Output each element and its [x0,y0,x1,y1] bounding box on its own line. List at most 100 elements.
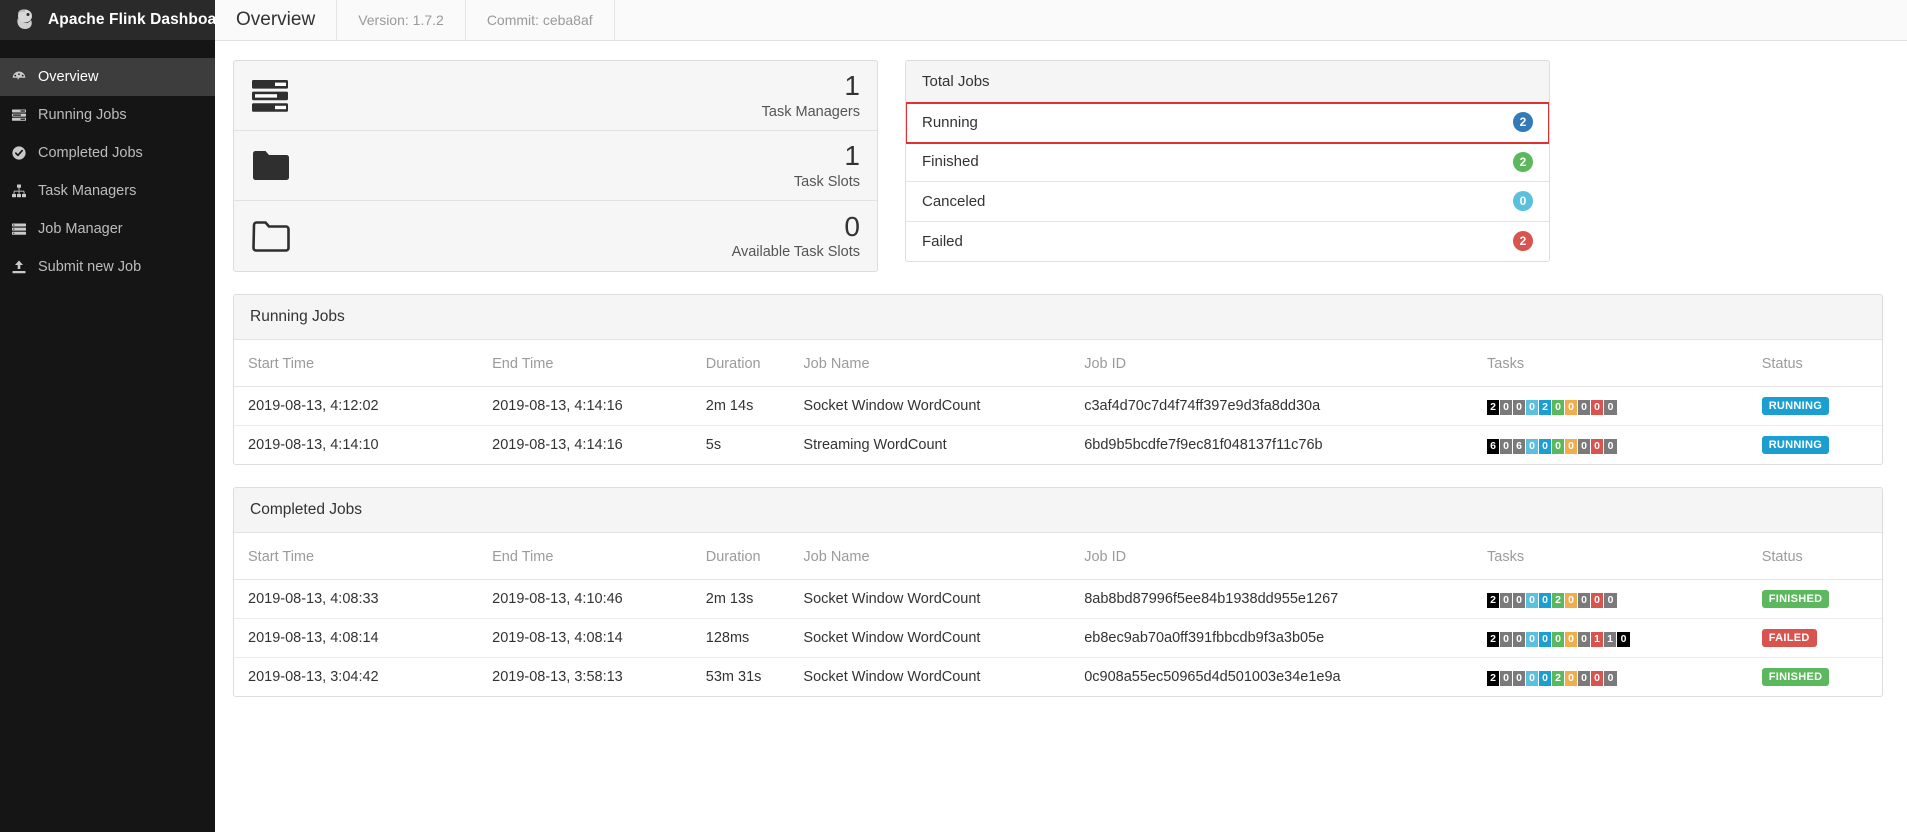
completed-jobs-table: Start Time End Time Duration Job Name Jo… [234,533,1882,696]
table-row[interactable]: 2019-08-13, 4:12:02 2019-08-13, 4:14:16 … [234,386,1882,426]
server-list-icon [11,107,27,123]
task-status-chip: 0 [1604,592,1618,608]
total-jobs-row-label: Failed [922,232,963,250]
task-status-chip: 0 [1513,399,1527,415]
task-status-chip: 1 [1591,631,1605,647]
task-status-chip: 2 [1487,670,1501,686]
task-status-chip: 0 [1604,438,1618,454]
cell-status: FINISHED [1748,658,1882,697]
task-status-chip: 0 [1578,399,1592,415]
cell-job-name: Socket Window WordCount [789,618,1071,658]
task-status-chip: 0 [1526,631,1540,647]
completed-jobs-panel: Completed Jobs Start Time End Time Durat… [233,487,1883,697]
task-status-strip: 2000020000 [1487,670,1618,686]
cell-status: RUNNING [1748,426,1882,465]
completed-jobs-body: 2019-08-13, 4:08:33 2019-08-13, 4:10:46 … [234,579,1882,697]
running-jobs-table: Start Time End Time Duration Job Name Jo… [234,340,1882,464]
task-status-chip: 0 [1513,631,1527,647]
cell-duration: 2m 13s [691,579,790,619]
job-status-badge: FAILED [1761,629,1817,647]
sidebar-item-overview[interactable]: Overview [0,58,215,96]
running-jobs-body: 2019-08-13, 4:12:02 2019-08-13, 4:14:16 … [234,386,1882,465]
task-status-chip: 0 [1526,592,1540,608]
task-status-chip: 2 [1552,670,1566,686]
column-header-start-time: Start Time [234,533,479,580]
task-status-strip: 2000020000 [1487,592,1618,608]
task-status-chip: 0 [1552,631,1566,647]
cell-end-time: 2019-08-13, 4:14:16 [492,437,623,453]
cell-end-time: 2019-08-13, 4:14:16 [478,386,692,426]
cell-job-id: eb8ec9ab70a0ff391fbbcdb9f3a3b05e [1070,618,1474,658]
table-row[interactable]: 2019-08-13, 4:14:10 2019-08-13, 4:14:16 … [234,426,1882,465]
cell-status: RUNNING [1747,386,1882,426]
servers-icon [251,78,303,114]
stat-label: Task Managers [761,103,860,120]
task-status-chip: 0 [1565,399,1579,415]
task-status-chip: 0 [1526,670,1540,686]
job-status-badge: RUNNING [1761,436,1830,454]
brand-header[interactable]: Apache Flink Dashboard [0,0,215,40]
running-jobs-header: Running Jobs [234,295,1882,340]
cell-job-id: c3af4d70c7d4f74ff397e9d3fa8dd30a [1070,386,1474,426]
task-status-chip: 0 [1552,399,1566,415]
total-jobs-row-running[interactable]: Running 2 [906,102,1549,144]
dashboard-icon [11,69,27,85]
task-status-chip: 6 [1513,438,1527,454]
column-header-tasks: Tasks [1473,533,1748,580]
table-row[interactable]: 2019-08-13, 3:04:42 2019-08-13, 3:58:13 … [234,658,1882,697]
sidebar-item-submit-new-job[interactable]: Submit new Job [0,248,215,286]
task-status-chip: 0 [1617,631,1631,647]
task-status-chip: 0 [1500,670,1514,686]
total-jobs-header: Total Jobs [906,61,1549,103]
total-jobs-row-label: Canceled [922,192,986,210]
total-jobs-row-failed[interactable]: Failed 2 [906,222,1549,262]
task-status-chip: 0 [1539,670,1553,686]
commit-label: Commit: ceba8af [466,0,615,40]
cell-job-name: Socket Window WordCount [803,669,981,685]
task-status-chip: 0 [1578,592,1592,608]
task-status-chip: 2 [1539,399,1553,415]
sidebar-item-completed-jobs[interactable]: Completed Jobs [0,134,215,172]
task-status-chip: 2 [1487,631,1501,647]
sidebar-item-task-managers[interactable]: Task Managers [0,172,215,210]
task-status-chip: 0 [1513,592,1527,608]
cell-status: FINISHED [1747,579,1882,619]
folder-full-icon [251,149,303,183]
sitemap-icon [11,183,27,199]
total-jobs-row-canceled[interactable]: Canceled 0 [906,182,1549,222]
cell-tasks: 20000000110 [1473,618,1748,658]
task-status-chip: 2 [1487,592,1501,608]
column-header-start-time: Start Time [234,340,479,387]
table-row[interactable]: 2019-08-13, 4:08:33 2019-08-13, 4:10:46 … [234,579,1882,619]
column-header-end-time: End Time [478,533,692,580]
job-status-badge: FINISHED [1761,590,1830,608]
table-row[interactable]: 2019-08-13, 4:08:14 2019-08-13, 4:08:14 … [234,618,1882,658]
total-jobs-row-finished[interactable]: Finished 2 [906,143,1549,182]
column-header-status: Status [1747,533,1882,580]
cell-tasks: 2000020000 [1473,579,1748,619]
task-status-chip: 0 [1578,670,1592,686]
stat-task-managers: 1 Task Managers [234,61,877,131]
task-status-chip: 2 [1552,592,1566,608]
task-status-chip: 0 [1500,399,1514,415]
task-status-chip: 2 [1487,399,1501,415]
task-status-chip: 0 [1591,670,1605,686]
total-jobs-card: Total Jobs Running 2 Finished 2 Canceled [905,60,1550,262]
job-status-badge: FINISHED [1761,668,1830,686]
task-status-chip: 0 [1565,670,1579,686]
task-status-chip: 0 [1578,631,1592,647]
stat-label: Task Slots [793,173,860,190]
cell-end-time: 2019-08-13, 3:58:13 [492,669,623,685]
version-label: Version: 1.7.2 [337,0,466,40]
sidebar-item-running-jobs[interactable]: Running Jobs [0,96,215,134]
cell-start-time: 2019-08-13, 4:08:33 [234,579,479,619]
column-header-job-name: Job Name [789,340,1071,387]
column-header-job-name: Job Name [789,533,1071,580]
task-status-chip: 0 [1591,592,1605,608]
completed-jobs-header: Completed Jobs [234,488,1882,533]
task-status-chip: 0 [1578,438,1592,454]
sidebar-item-job-manager[interactable]: Job Manager [0,210,215,248]
table-header-row: Start Time End Time Duration Job Name Jo… [234,340,1882,387]
cell-end-time: 2019-08-13, 4:10:46 [478,579,692,619]
cell-tasks: 2000200000 [1473,386,1748,426]
